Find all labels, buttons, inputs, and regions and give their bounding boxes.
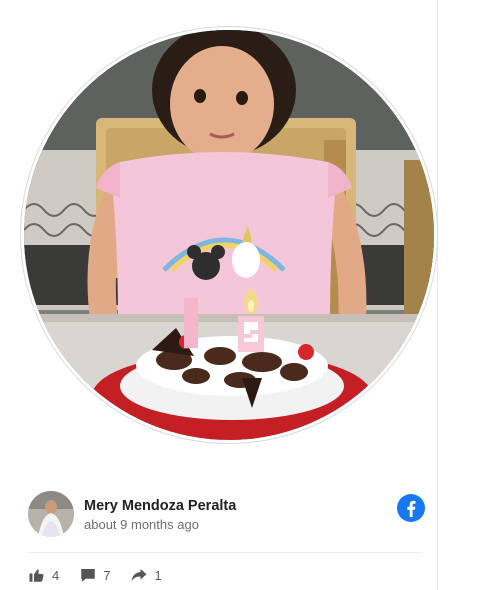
author-avatar[interactable] [28,491,74,537]
comment-icon [81,569,95,582]
actions-divider [28,552,422,553]
thumbs-up-icon [29,569,44,582]
reaction-bar: 4 7 1 [28,565,182,585]
comment-count: 7 [103,567,111,583]
post-timestamp[interactable]: about 9 months ago [84,517,199,532]
facebook-icon[interactable] [397,494,425,522]
like-button[interactable]: 4 [28,566,59,584]
share-arrow-icon [131,569,147,581]
post-photo[interactable] [24,30,434,440]
share-button[interactable]: 1 [130,566,162,584]
like-count: 4 [52,567,60,583]
profile-photo-image [28,491,74,537]
comment-button[interactable]: 7 [79,566,110,584]
author-name[interactable]: Mery Mendoza Peralta [84,498,236,514]
author-block: Mery Mendoza Peralta about 9 months ago [28,491,428,539]
post-photo-frame[interactable] [20,26,438,444]
birthday-photo-image [24,30,434,440]
share-count: 1 [154,567,162,583]
post-card: Mery Mendoza Peralta about 9 months ago … [0,0,484,590]
